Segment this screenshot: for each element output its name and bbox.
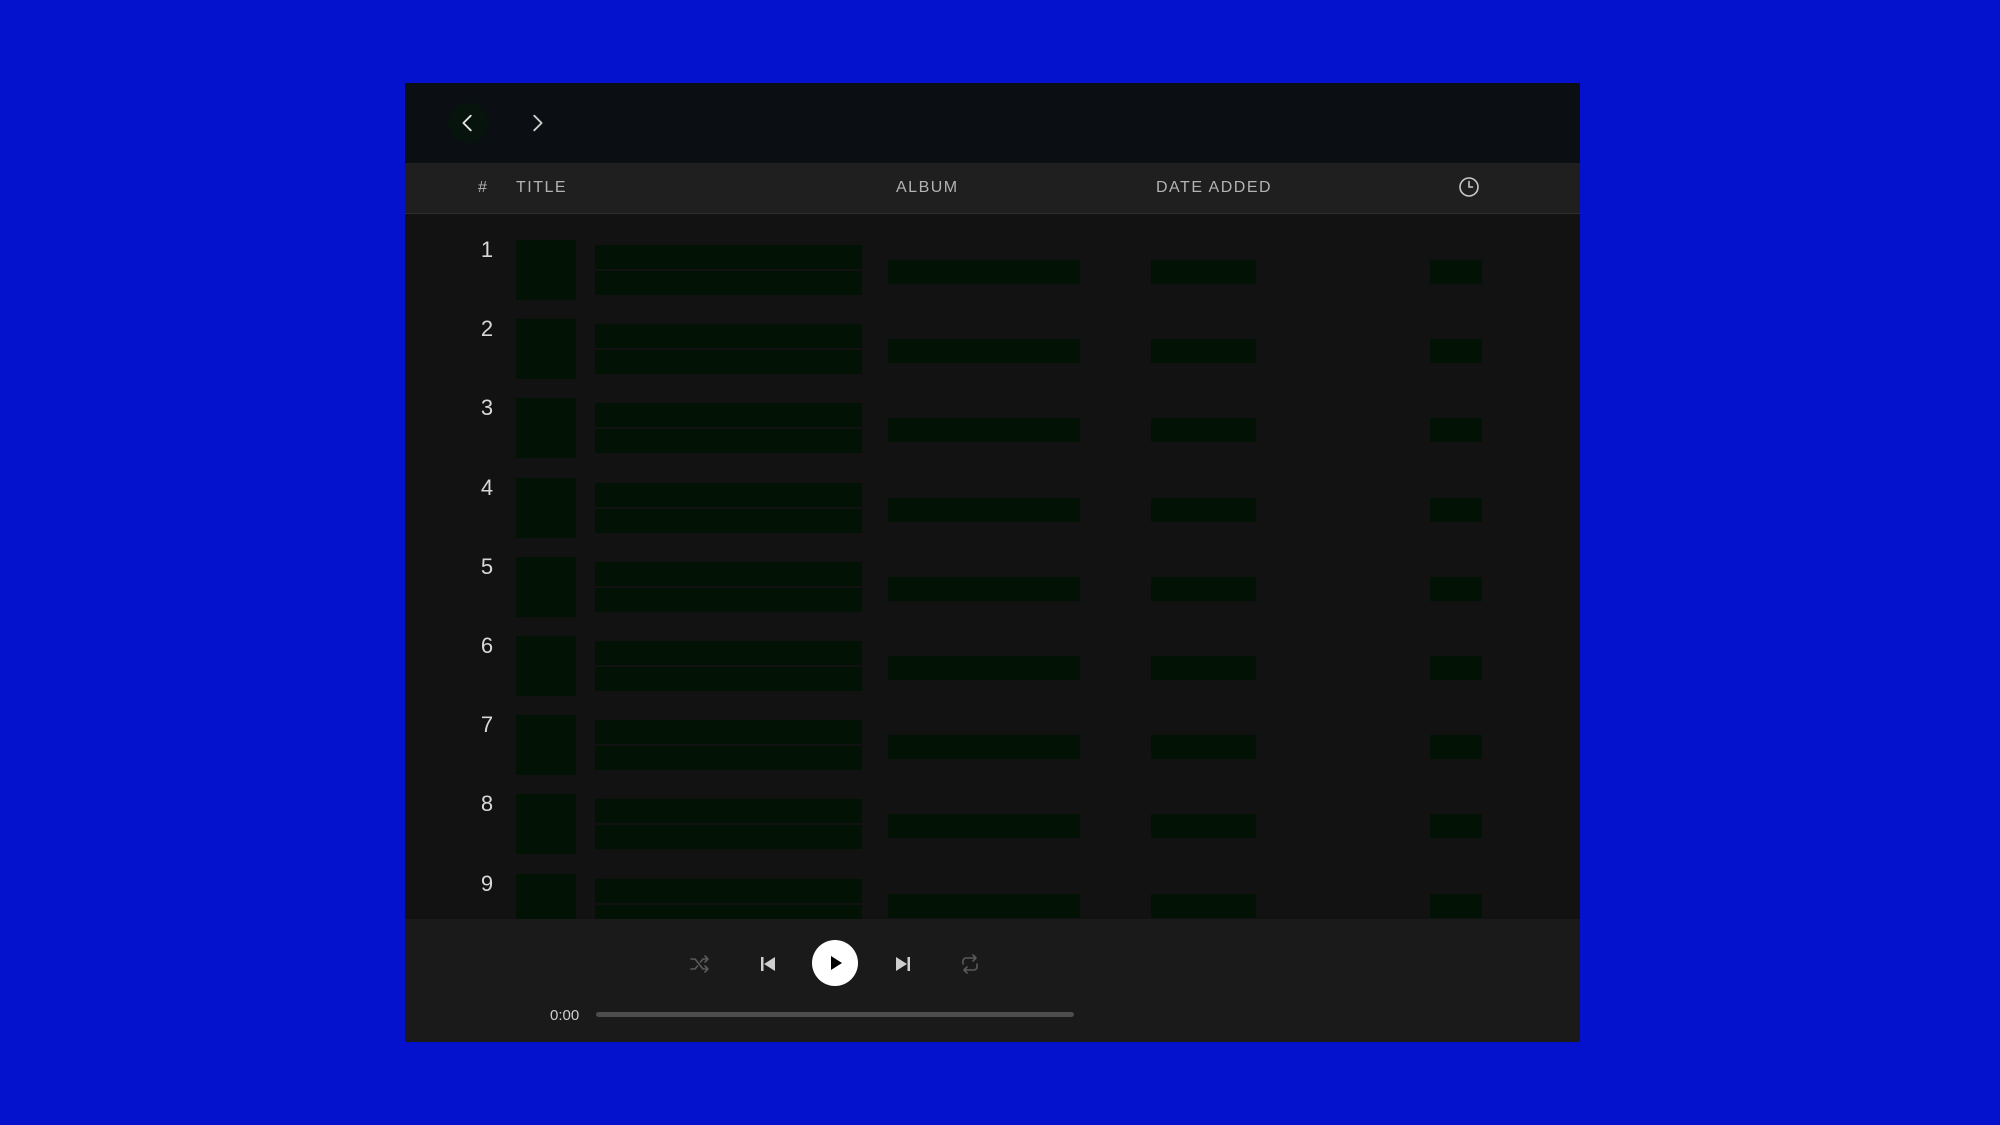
duration-placeholder: [1430, 497, 1482, 522]
table-row[interactable]: 4: [405, 448, 1580, 538]
track-number: 3: [480, 395, 494, 421]
current-time: 0:00: [550, 1007, 580, 1024]
tracklist-header: # TITLE ALBUM DATE ADDED: [405, 163, 1580, 214]
date-added-placeholder: [1151, 656, 1256, 680]
album-placeholder: [888, 339, 1080, 364]
table-row[interactable]: 5: [405, 527, 1580, 617]
title-placeholder: [595, 245, 862, 269]
duration-placeholder: [1430, 893, 1482, 918]
chevron-left-icon: [462, 114, 472, 132]
table-row[interactable]: 2: [405, 289, 1580, 380]
date-added-placeholder: [1151, 497, 1256, 522]
play-icon: [831, 956, 842, 970]
table-row[interactable]: 7: [405, 685, 1580, 776]
date-added-placeholder: [1151, 339, 1256, 364]
forward-button[interactable]: [517, 103, 557, 143]
header-number: #: [478, 179, 489, 196]
header-album[interactable]: ALBUM: [896, 179, 959, 197]
track-number: 7: [480, 712, 494, 738]
progress-bar[interactable]: [596, 1012, 1074, 1017]
date-added-placeholder: [1151, 260, 1256, 284]
table-row[interactable]: 8: [405, 764, 1580, 855]
title-placeholder: [595, 799, 862, 824]
album-placeholder: [888, 260, 1080, 284]
track-list: 1 2 3 4 5 6 7 8 9: [405, 214, 1580, 1002]
next-icon: [896, 957, 910, 971]
album-placeholder: [888, 497, 1080, 522]
repeat-button[interactable]: [955, 949, 985, 979]
date-added-placeholder: [1151, 418, 1256, 443]
back-button[interactable]: [448, 103, 488, 143]
shuffle-icon: [690, 955, 709, 973]
top-bar: [405, 83, 1580, 163]
album-placeholder: [888, 893, 1080, 918]
duration-placeholder: [1430, 735, 1482, 760]
track-number: 8: [480, 791, 494, 817]
album-placeholder: [888, 576, 1080, 601]
track-number: 2: [480, 316, 494, 342]
duration-placeholder: [1430, 814, 1482, 839]
title-placeholder: [595, 324, 862, 349]
track-number: 1: [480, 237, 494, 262]
duration-placeholder: [1430, 260, 1482, 284]
date-added-placeholder: [1151, 814, 1256, 839]
track-number: 6: [480, 633, 494, 658]
album-placeholder: [888, 418, 1080, 443]
album-placeholder: [888, 814, 1080, 839]
music-app-window: # TITLE ALBUM DATE ADDED 1 2 3 4 5 6 7 8 9 0:00: [405, 83, 1580, 1042]
next-button[interactable]: [888, 949, 918, 979]
player-bar: 0:00: [405, 919, 1580, 1042]
title-placeholder: [595, 403, 862, 428]
date-added-placeholder: [1151, 576, 1256, 601]
title-placeholder: [595, 641, 862, 665]
shuffle-button[interactable]: [685, 949, 715, 979]
track-number: 4: [480, 474, 494, 500]
previous-button[interactable]: [753, 949, 783, 979]
date-added-placeholder: [1151, 893, 1256, 918]
track-number: 9: [480, 870, 494, 896]
header-date-added[interactable]: DATE ADDED: [1156, 179, 1272, 197]
play-button[interactable]: [812, 940, 858, 986]
duration-placeholder: [1430, 339, 1482, 364]
table-row[interactable]: 3: [405, 368, 1580, 459]
title-placeholder: [595, 720, 862, 745]
duration-placeholder: [1430, 656, 1482, 680]
table-row[interactable]: 6: [405, 606, 1580, 696]
duration-placeholder: [1430, 576, 1482, 601]
previous-icon: [761, 957, 775, 971]
repeat-icon: [962, 954, 978, 974]
chevron-right-icon: [533, 114, 543, 132]
duration-placeholder: [1430, 418, 1482, 443]
track-number: 5: [480, 553, 494, 579]
title-placeholder: [595, 482, 862, 507]
table-row[interactable]: 1: [405, 214, 1580, 300]
table-row[interactable]: 9: [405, 844, 1580, 934]
album-placeholder: [888, 735, 1080, 760]
clock-icon[interactable]: [1458, 176, 1480, 203]
title-placeholder: [595, 561, 862, 586]
header-title[interactable]: TITLE: [516, 179, 567, 197]
album-placeholder: [888, 656, 1080, 680]
date-added-placeholder: [1151, 735, 1256, 760]
title-placeholder: [595, 878, 862, 903]
